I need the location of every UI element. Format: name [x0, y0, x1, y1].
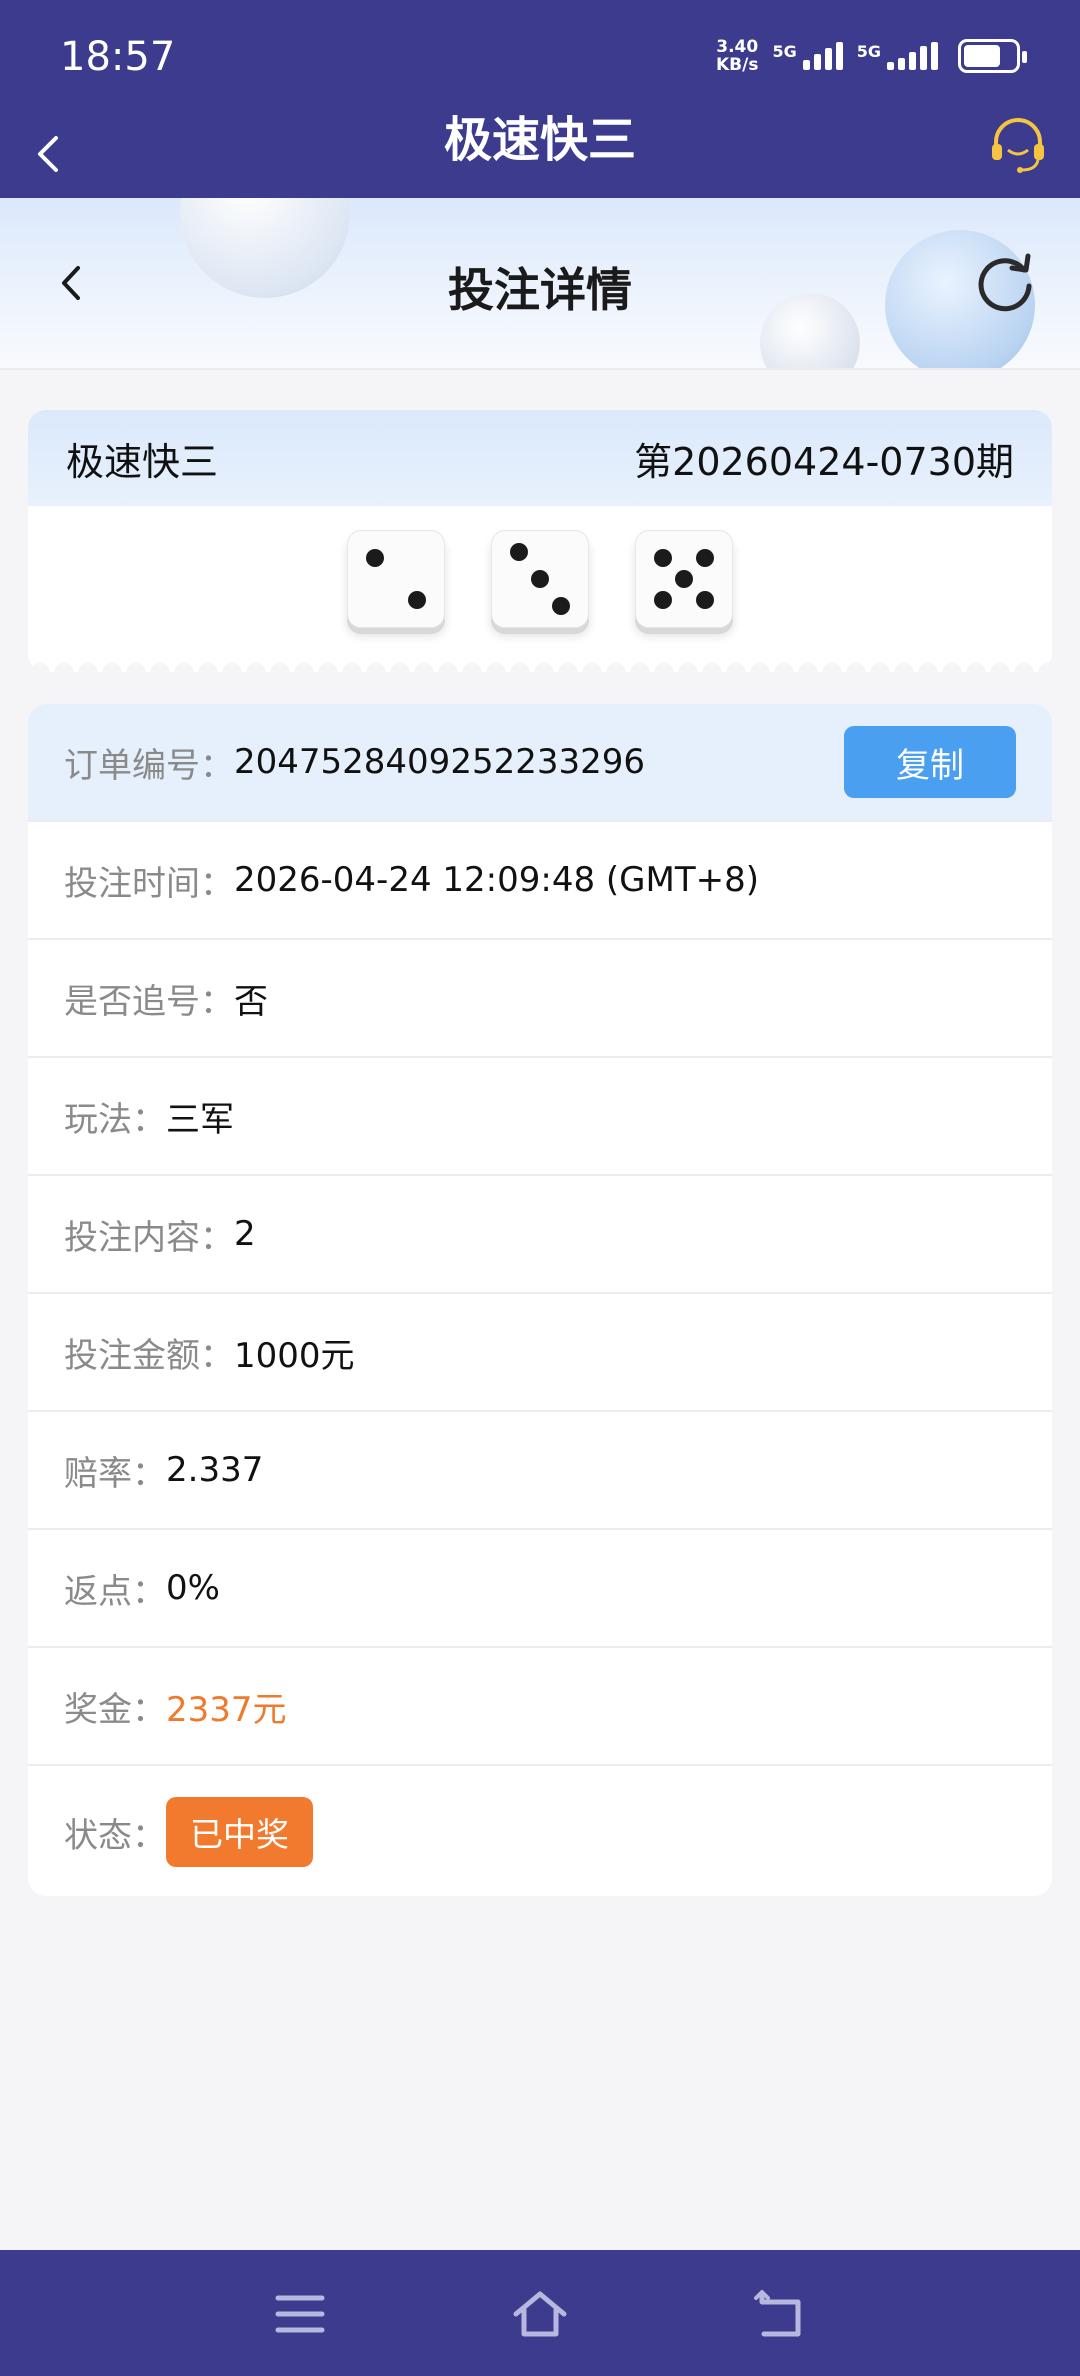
draw-result-card: 极速快三 第20260424-0730期: [28, 410, 1052, 672]
home-icon[interactable]: [512, 2288, 568, 2340]
die-pip: [408, 591, 427, 610]
order-number-row: 订单编号： 2047528409252233296 复制: [28, 704, 1052, 822]
play-type-row: 玩法： 三军: [28, 1058, 1052, 1176]
odds-value: 2.337: [166, 1450, 264, 1490]
order-number-label: 订单编号：: [64, 745, 234, 786]
die-pip: [653, 548, 672, 567]
app-title: 极速快三: [443, 112, 636, 168]
bet-time-label: 投注时间：: [64, 863, 234, 904]
status-row: 状态： 已中奖: [28, 1766, 1052, 1896]
issue-number: 第20260424-0730期: [634, 439, 1014, 484]
bet-amount-label: 投注金额：: [64, 1335, 234, 1376]
prize-row: 奖金： 2337元: [28, 1648, 1052, 1766]
chase-value: 否: [234, 981, 268, 1022]
game-name: 极速快三: [66, 439, 219, 484]
system-nav-bar: [0, 2250, 1080, 2376]
die-pip: [653, 591, 672, 610]
back-icon[interactable]: [752, 2288, 808, 2340]
rebate-label: 返点：: [64, 1571, 166, 1612]
die-pip: [552, 596, 571, 615]
copy-button[interactable]: 复制: [844, 726, 1016, 798]
bet-amount-value: 1000元: [234, 1335, 355, 1376]
app-header: 极速快三: [0, 110, 1080, 198]
status-time: 18:57: [60, 34, 176, 80]
battery-icon: [958, 39, 1027, 73]
odds-label: 赔率：: [64, 1453, 166, 1494]
odds-row: 赔率： 2.337: [28, 1412, 1052, 1530]
bet-amount-row: 投注金额： 1000元: [28, 1294, 1052, 1412]
prize-value: 2337元: [166, 1689, 287, 1730]
rebate-row: 返点： 0%: [28, 1530, 1052, 1648]
scallop-edge: [28, 658, 1052, 672]
dice-row: [28, 530, 1052, 628]
die-pip: [696, 548, 715, 567]
network-speed: 3.40 KB/s: [716, 37, 759, 75]
die-2: [491, 530, 589, 628]
die-pip: [696, 591, 715, 610]
bet-content-value: 2: [234, 1214, 256, 1254]
draw-header: 极速快三 第20260424-0730期: [28, 410, 1052, 506]
die-pip: [365, 548, 384, 567]
order-number-value: 2047528409252233296: [234, 742, 646, 782]
play-type-label: 玩法：: [64, 1099, 166, 1140]
play-type-value: 三军: [166, 1099, 234, 1140]
status-indicators: 3.40 KB/s 5G 5G: [716, 37, 1027, 75]
headset-icon[interactable]: [986, 112, 1050, 176]
die-pip: [509, 543, 528, 562]
rebate-value: 0%: [166, 1568, 220, 1608]
status-bar: 18:57 3.40 KB/s 5G 5G: [0, 0, 1080, 110]
menu-icon[interactable]: [272, 2288, 328, 2340]
signal-icon-2: 5G: [857, 42, 938, 70]
die-3: [635, 530, 733, 628]
die-pip: [675, 570, 693, 588]
chase-row: 是否追号： 否: [28, 940, 1052, 1058]
bet-content-label: 投注内容：: [64, 1217, 234, 1258]
refresh-icon[interactable]: [972, 250, 1038, 316]
status-badge: 已中奖: [166, 1797, 313, 1867]
bet-content-row: 投注内容： 2: [28, 1176, 1052, 1294]
prize-label: 奖金：: [64, 1689, 166, 1730]
die-pip: [531, 570, 549, 588]
bet-detail-card: 订单编号： 2047528409252233296 复制 投注时间： 2026-…: [28, 704, 1052, 1896]
bet-time-value: 2026-04-24 12:09:48 (GMT+8): [234, 860, 760, 900]
page-header: 投注详情: [0, 198, 1080, 370]
chase-label: 是否追号：: [64, 981, 234, 1022]
signal-icon: 5G: [772, 42, 843, 70]
die-1: [347, 530, 445, 628]
status-label: 状态：: [64, 1815, 166, 1856]
page-title: 投注详情: [448, 263, 632, 317]
bet-time-row: 投注时间： 2026-04-24 12:09:48 (GMT+8): [28, 822, 1052, 940]
